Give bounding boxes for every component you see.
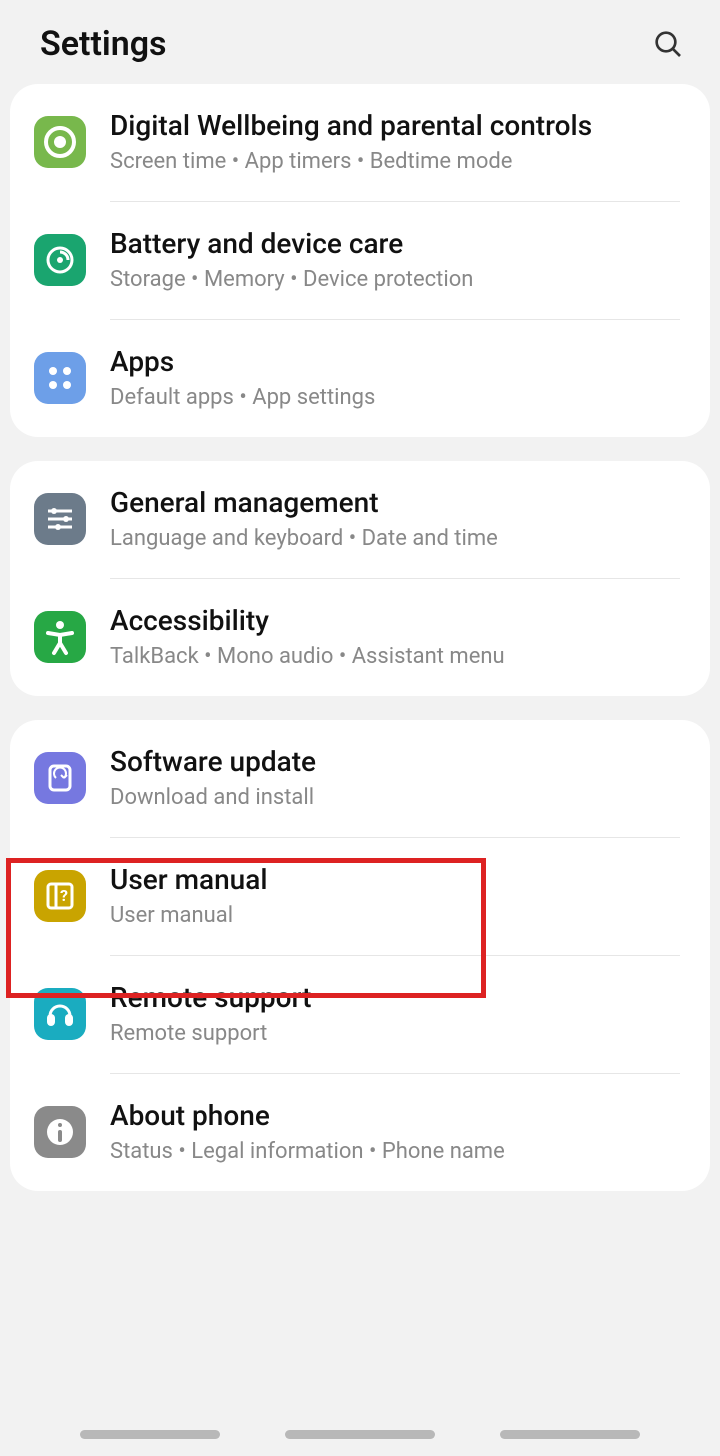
svg-text:?: ?	[60, 886, 68, 905]
general-icon	[34, 493, 86, 545]
software-update-icon	[34, 752, 86, 804]
row-title: Apps	[110, 344, 686, 380]
page-title: Settings	[40, 24, 167, 64]
row-subtitle: TalkBack • Mono audio • Assistant menu	[110, 643, 686, 672]
row-title: General management	[110, 485, 686, 521]
row-remote-support[interactable]: Remote support Remote support	[10, 956, 710, 1073]
row-title: User manual	[110, 862, 686, 898]
about-phone-icon	[34, 1106, 86, 1158]
row-software-update[interactable]: Software update Download and install	[10, 720, 710, 837]
settings-group-3: Software update Download and install ? U…	[10, 720, 710, 1191]
row-battery[interactable]: Battery and device care Storage • Memory…	[10, 202, 710, 319]
apps-icon	[34, 352, 86, 404]
row-subtitle: Remote support	[110, 1020, 686, 1049]
row-subtitle: Language and keyboard • Date and time	[110, 525, 686, 554]
settings-group-1: Digital Wellbeing and parental controls …	[10, 84, 710, 437]
row-title: Accessibility	[110, 603, 686, 639]
row-title: Digital Wellbeing and parental controls	[110, 108, 686, 144]
row-apps[interactable]: Apps Default apps • App settings	[10, 320, 710, 437]
nav-back[interactable]	[500, 1430, 640, 1439]
row-general[interactable]: General management Language and keyboard…	[10, 461, 710, 578]
remote-support-icon	[34, 988, 86, 1040]
row-title: Software update	[110, 744, 686, 780]
row-title: Battery and device care	[110, 226, 686, 262]
search-icon[interactable]	[652, 28, 684, 60]
nav-bar	[0, 1412, 720, 1456]
row-subtitle: Status • Legal information • Phone name	[110, 1138, 686, 1167]
accessibility-icon	[34, 611, 86, 663]
settings-group-2: General management Language and keyboard…	[10, 461, 710, 696]
user-manual-icon: ?	[34, 870, 86, 922]
row-title: About phone	[110, 1098, 686, 1134]
digital-wellbeing-icon	[34, 116, 86, 168]
row-about-phone[interactable]: About phone Status • Legal information •…	[10, 1074, 710, 1191]
header-bar: Settings	[0, 0, 720, 84]
row-accessibility[interactable]: Accessibility TalkBack • Mono audio • As…	[10, 579, 710, 696]
row-subtitle: Default apps • App settings	[110, 384, 686, 413]
row-subtitle: Download and install	[110, 784, 686, 813]
row-subtitle: Storage • Memory • Device protection	[110, 266, 686, 295]
row-subtitle: Screen time • App timers • Bedtime mode	[110, 148, 686, 177]
battery-icon	[34, 234, 86, 286]
nav-home[interactable]	[285, 1430, 435, 1439]
row-subtitle: User manual	[110, 902, 686, 931]
nav-recents[interactable]	[80, 1430, 220, 1439]
row-user-manual[interactable]: ? User manual User manual	[10, 838, 710, 955]
row-title: Remote support	[110, 980, 686, 1016]
row-digital-wellbeing[interactable]: Digital Wellbeing and parental controls …	[10, 84, 710, 201]
